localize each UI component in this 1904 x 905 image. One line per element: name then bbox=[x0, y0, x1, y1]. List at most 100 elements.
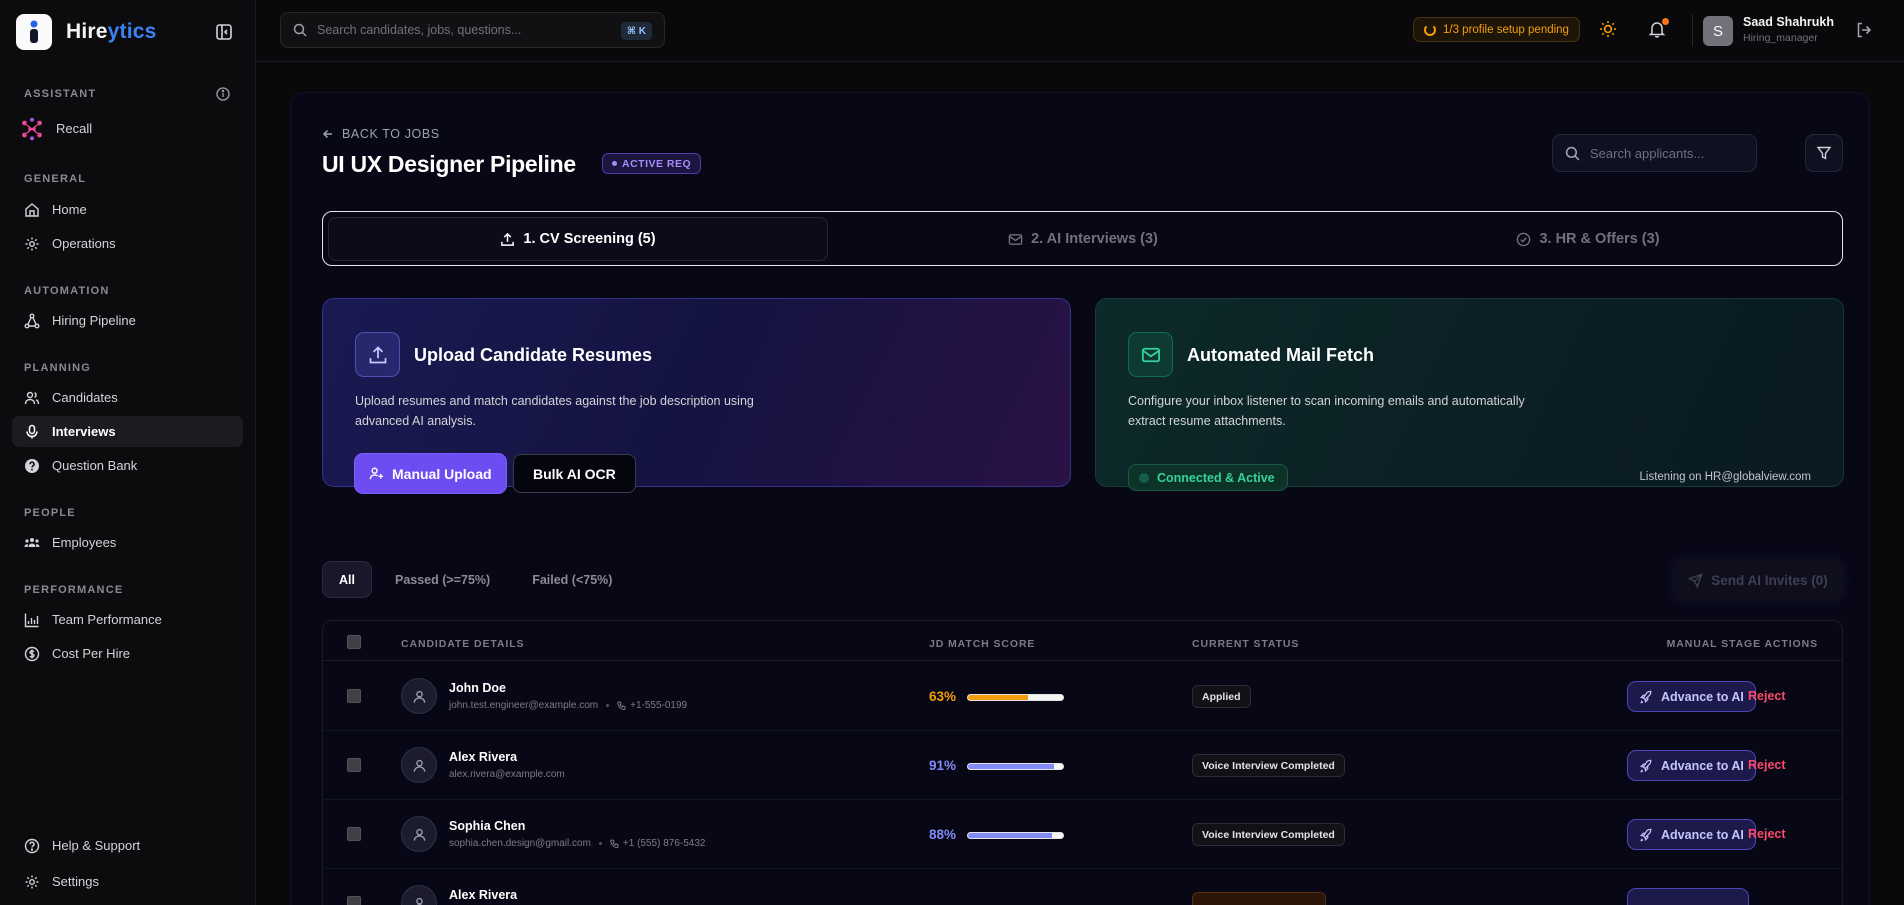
filter-failed[interactable]: Failed (<75%) bbox=[513, 561, 631, 598]
listening-address: Listening on HR@globalview.com bbox=[1639, 471, 1811, 483]
candidate-phone: +1 (555) 876-5432 bbox=[610, 838, 705, 849]
pipeline-tabs: 1. CV Screening (5) 2. AI Interviews (3)… bbox=[322, 211, 1843, 266]
spinner-icon bbox=[1424, 23, 1436, 36]
recall-icon bbox=[22, 117, 42, 140]
global-search-input[interactable] bbox=[317, 23, 617, 37]
sidebar-item-home[interactable]: Home bbox=[12, 194, 243, 225]
match-score: 88% bbox=[929, 827, 957, 842]
sidebar-item-label: Operations bbox=[52, 236, 116, 251]
help-icon bbox=[24, 838, 40, 853]
advance-to-ai-button[interactable]: Advance to AI bbox=[1627, 681, 1756, 712]
applicant-search-input[interactable] bbox=[1590, 145, 1750, 161]
match-score-bar bbox=[967, 832, 1064, 839]
column-header: MANUAL STAGE ACTIONS bbox=[1666, 638, 1818, 650]
sidebar-item-recall[interactable]: Recall bbox=[12, 113, 243, 144]
tab-cv-screening[interactable]: 1. CV Screening (5) bbox=[328, 217, 828, 261]
match-score: 63% bbox=[929, 689, 957, 704]
candidate-phone: +1-555-0199 bbox=[617, 700, 687, 711]
match-score-bar bbox=[967, 763, 1064, 770]
avatar bbox=[401, 678, 437, 714]
main-panel: BACK TO JOBS UI UX Designer Pipeline ACT… bbox=[290, 92, 1870, 905]
button-label: Send AI Invites (0) bbox=[1711, 572, 1828, 588]
mail-fetch-card: Automated Mail Fetch Configure your inbo… bbox=[1095, 298, 1844, 491]
reject-button[interactable]: Reject bbox=[1748, 689, 1786, 703]
sidebar-item-label: Interviews bbox=[52, 424, 116, 439]
mail-icon bbox=[1128, 332, 1173, 377]
sidebar-item-team-performance[interactable]: Team Performance bbox=[12, 604, 243, 635]
home-icon bbox=[25, 202, 39, 217]
global-search[interactable]: ⌘ K bbox=[280, 12, 665, 48]
table-header: CANDIDATE DETAILS JD MATCH SCORE CURRENT… bbox=[323, 621, 1842, 661]
row-checkbox[interactable] bbox=[347, 827, 361, 841]
sidebar-item-label: Settings bbox=[52, 874, 99, 889]
user-icon bbox=[413, 690, 425, 703]
column-header: JD MATCH SCORE bbox=[929, 638, 1036, 650]
advance-to-ai-button[interactable] bbox=[1627, 888, 1749, 905]
button-label: Manual Upload bbox=[392, 465, 492, 482]
upload-icon bbox=[501, 232, 515, 246]
status-badge: Voice Interview Completed bbox=[1192, 823, 1345, 846]
section-label-automation: AUTOMATION bbox=[24, 285, 110, 297]
upload-icon bbox=[355, 332, 400, 377]
match-score-bar bbox=[967, 694, 1064, 701]
logout-icon[interactable] bbox=[1855, 21, 1873, 42]
row-checkbox[interactable] bbox=[347, 689, 361, 703]
upload-resumes-card: Upload Candidate Resumes Upload resumes … bbox=[322, 298, 1071, 493]
score-filter: All Passed (>=75%) Failed (<75%) bbox=[322, 561, 631, 598]
row-checkbox[interactable] bbox=[347, 758, 361, 772]
advance-to-ai-button[interactable]: Advance to AI bbox=[1627, 750, 1756, 781]
sidebar-item-candidates[interactable]: Candidates bbox=[12, 382, 243, 413]
tab-hr-offers[interactable]: 3. HR & Offers (3) bbox=[1338, 217, 1838, 261]
select-all-checkbox[interactable] bbox=[347, 635, 361, 649]
phone-text: +1-555-0199 bbox=[630, 700, 688, 711]
profile-setup-pending-badge[interactable]: 1/3 profile setup pending bbox=[1413, 17, 1580, 42]
sidebar-item-employees[interactable]: Employees bbox=[12, 527, 243, 558]
sidebar-item-settings[interactable]: Settings bbox=[12, 866, 243, 897]
back-to-jobs-link[interactable]: BACK TO JOBS bbox=[322, 127, 440, 141]
filter-passed[interactable]: Passed (>=75%) bbox=[376, 561, 509, 598]
info-icon[interactable] bbox=[216, 87, 230, 104]
candidate-email: john.test.engineer@example.com bbox=[449, 700, 599, 711]
settings-icon bbox=[25, 875, 39, 888]
notification-dot bbox=[1662, 18, 1669, 25]
sidebar-item-label: Help & Support bbox=[52, 838, 141, 853]
avatar[interactable]: S bbox=[1703, 16, 1733, 46]
advance-to-ai-button[interactable]: Advance to AI bbox=[1627, 819, 1756, 850]
avatar bbox=[401, 885, 437, 905]
candidates-table: CANDIDATE DETAILS JD MATCH SCORE CURRENT… bbox=[322, 620, 1843, 905]
candidate-name: John Doe bbox=[449, 681, 506, 695]
manual-upload-button[interactable]: Manual Upload bbox=[355, 454, 506, 493]
user-icon bbox=[413, 759, 425, 772]
reject-button[interactable]: Reject bbox=[1748, 827, 1786, 841]
pending-text: 1/3 profile setup pending bbox=[1443, 23, 1569, 36]
send-ai-invites-button[interactable]: Send AI Invites (0) bbox=[1673, 559, 1843, 601]
dollar-icon bbox=[24, 646, 40, 661]
connection-status-badge[interactable]: Connected & Active bbox=[1128, 464, 1288, 491]
arrow-left-icon bbox=[322, 129, 332, 139]
sidebar-item-operations[interactable]: Operations bbox=[12, 228, 243, 259]
table-row: Sophia Chen sophia.chen.design@gmail.com… bbox=[323, 800, 1842, 869]
applicant-search[interactable] bbox=[1552, 134, 1757, 172]
sidebar: Hireytics ASSISTANT Recall GENERAL Home … bbox=[0, 0, 256, 905]
brand[interactable]: Hireytics bbox=[16, 14, 157, 50]
collapse-sidebar-icon[interactable] bbox=[214, 22, 234, 42]
bulk-ai-ocr-button[interactable]: Bulk AI OCR bbox=[513, 454, 636, 493]
candidate-email: sophia.chen.design@gmail.com bbox=[449, 838, 591, 849]
check-circle-icon bbox=[1517, 232, 1531, 246]
sidebar-item-question-bank[interactable]: Question Bank bbox=[12, 450, 243, 481]
candidate-name: Sophia Chen bbox=[449, 819, 526, 833]
sidebar-item-label: Recall bbox=[56, 121, 93, 136]
filter-icon bbox=[1816, 146, 1832, 160]
sidebar-item-hiring-pipeline[interactable]: Hiring Pipeline bbox=[12, 305, 243, 336]
sun-icon[interactable] bbox=[1599, 20, 1617, 41]
sidebar-item-cost-per-hire[interactable]: Cost Per Hire bbox=[12, 638, 243, 669]
reject-button[interactable]: Reject bbox=[1748, 758, 1786, 772]
sidebar-item-interviews[interactable]: Interviews bbox=[12, 416, 243, 447]
sidebar-item-help-support[interactable]: Help & Support bbox=[12, 830, 243, 861]
tab-ai-interviews[interactable]: 2. AI Interviews (3) bbox=[833, 217, 1333, 261]
filter-all[interactable]: All bbox=[322, 561, 372, 598]
candidate-name: Alex Rivera bbox=[449, 750, 518, 764]
back-label: BACK TO JOBS bbox=[342, 127, 440, 141]
row-checkbox[interactable] bbox=[347, 896, 361, 905]
filter-button[interactable] bbox=[1805, 134, 1843, 172]
